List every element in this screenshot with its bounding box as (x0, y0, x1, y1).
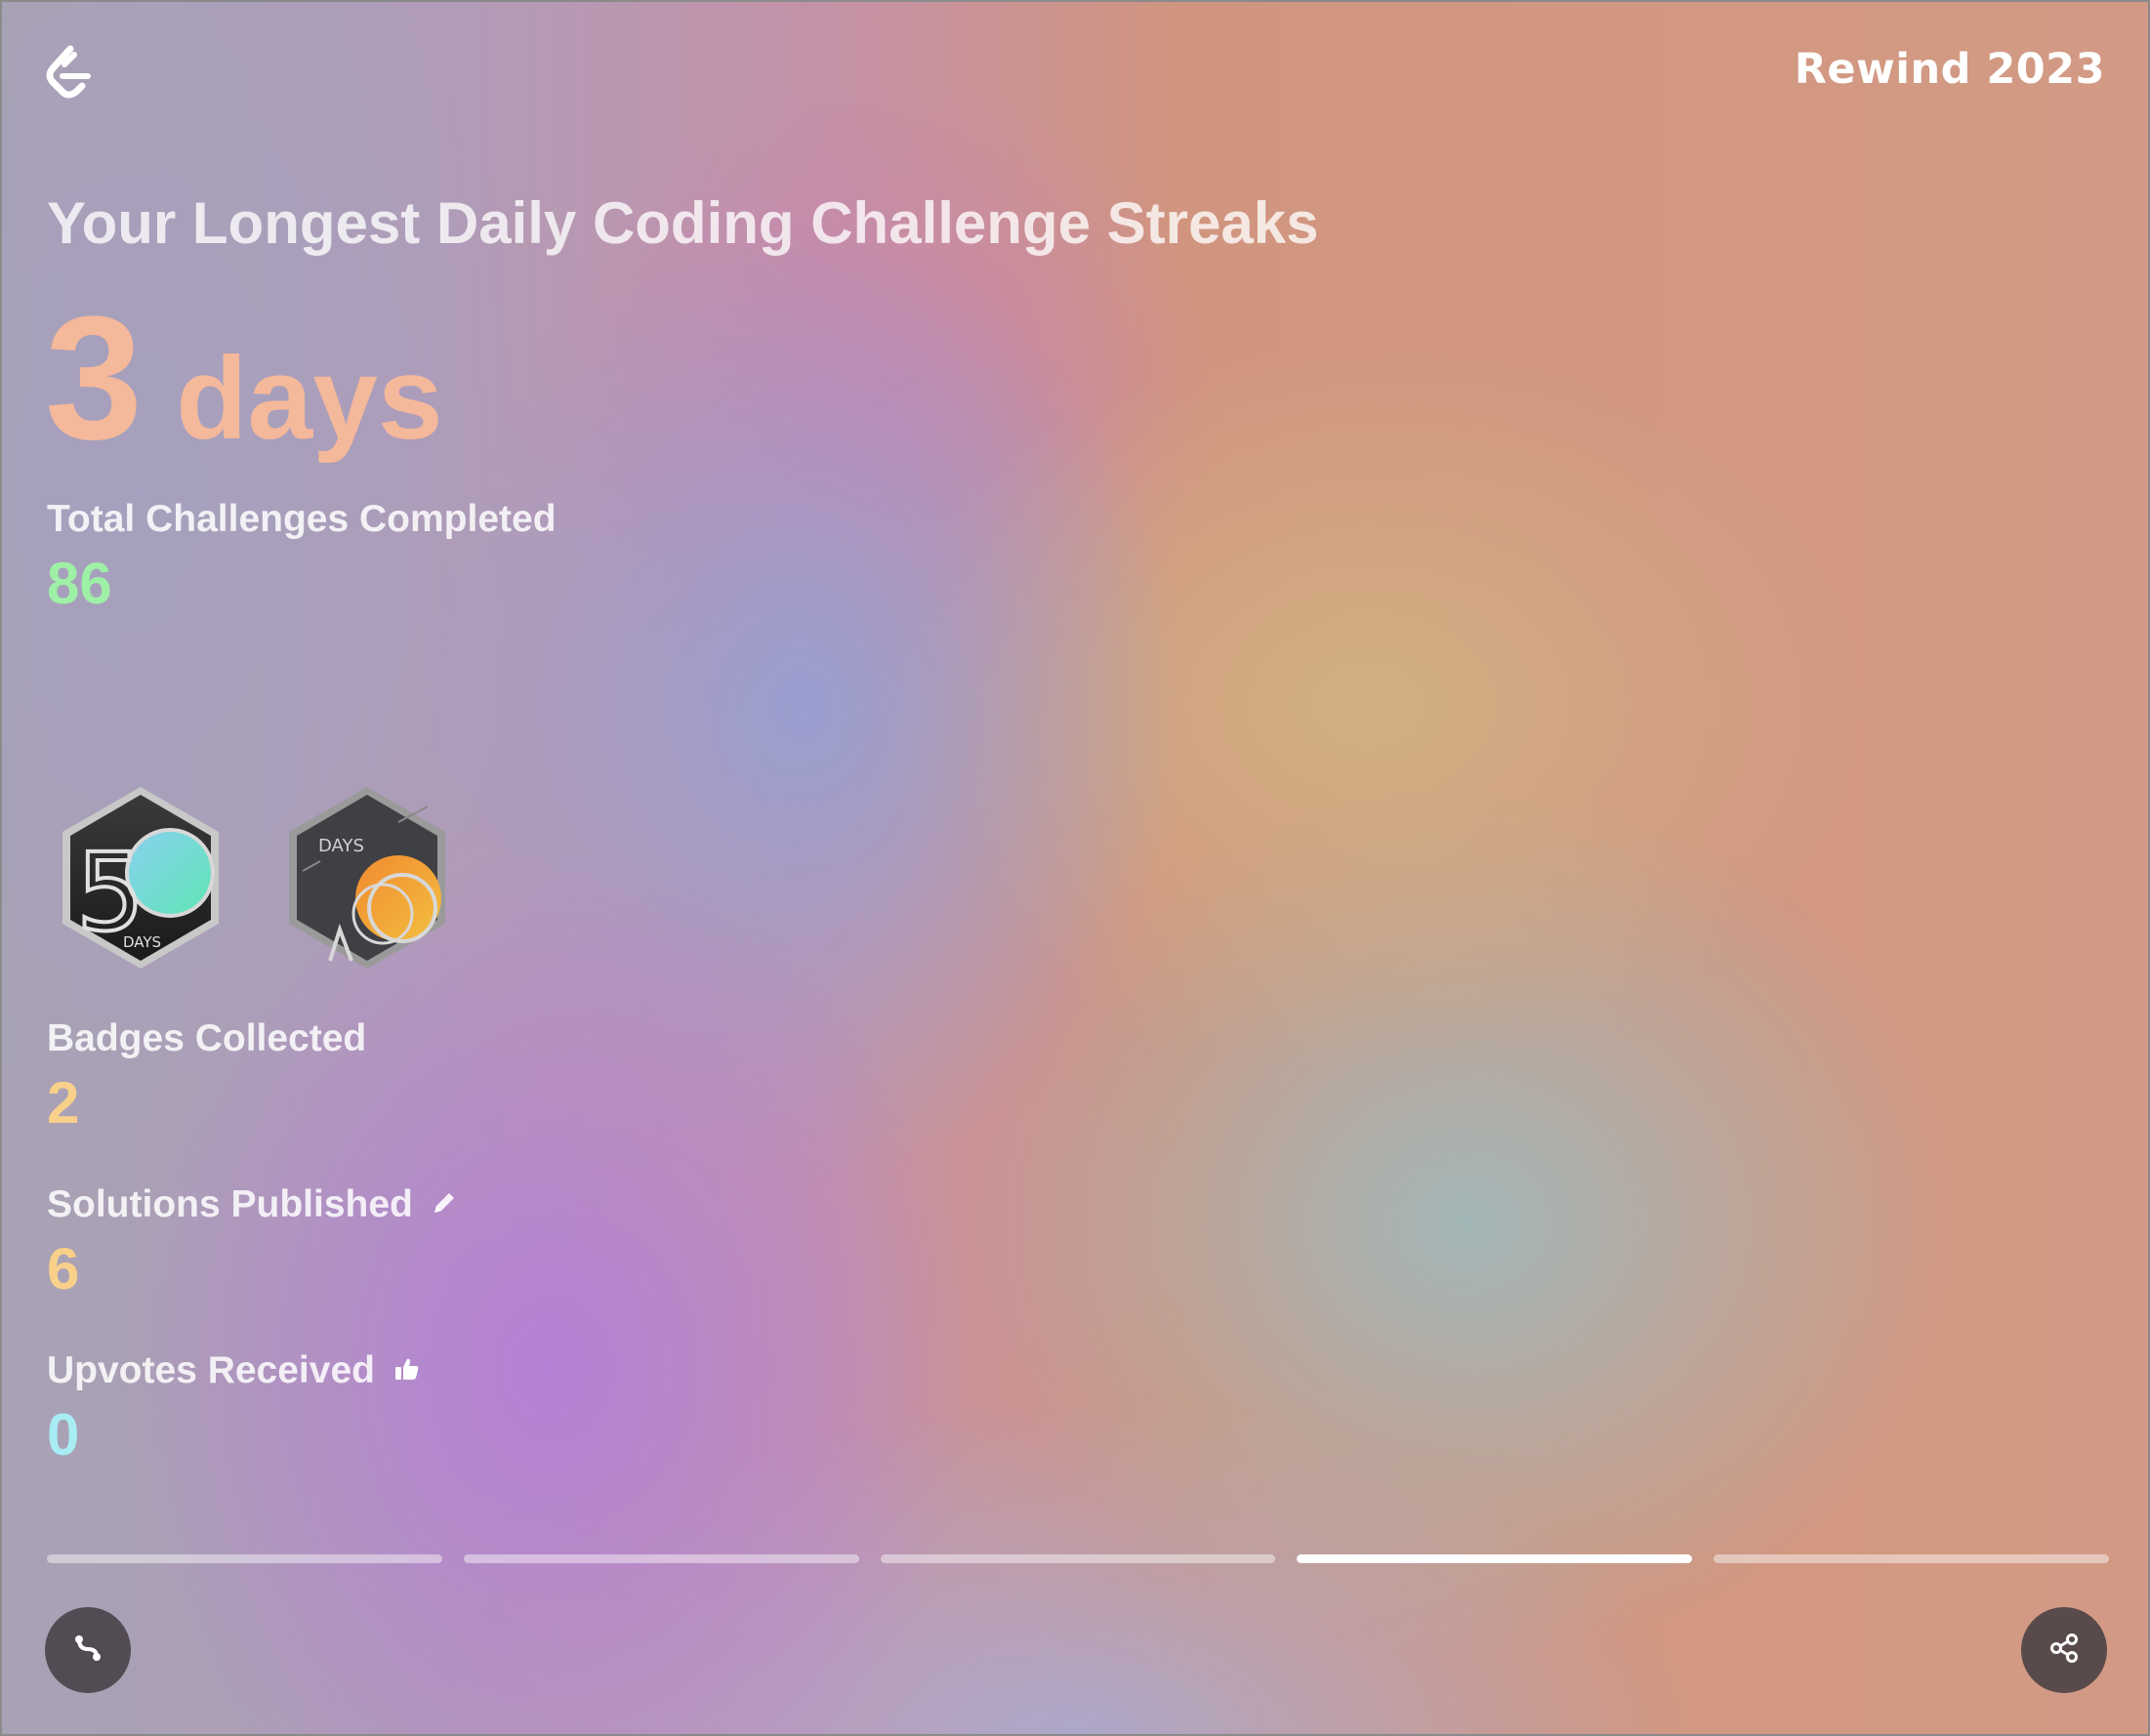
page-title: Your Longest Daily Coding Challenge Stre… (47, 190, 1319, 256)
progress-segment-4[interactable] (1297, 1554, 1693, 1563)
svg-text:DAYS: DAYS (123, 933, 161, 951)
svg-text:DAYS: DAYS (318, 836, 364, 856)
upvotes-received-value: 0 (47, 1402, 80, 1467)
badges-collected-label-text: Badges Collected (47, 1017, 367, 1059)
pencil-icon (431, 1183, 458, 1226)
story-progress (47, 1554, 2109, 1563)
leetcode-logo-icon[interactable] (41, 43, 96, 103)
badges-collected-value: 2 (47, 1070, 80, 1136)
rewind-title: Rewind 2023 (1794, 45, 2105, 94)
total-challenges-label-text: Total Challenges Completed (47, 498, 557, 540)
50-days-badge-icon[interactable]: 5 DAYS (55, 783, 227, 972)
progress-segment-1[interactable] (47, 1554, 442, 1563)
streak-number: 3 (45, 280, 144, 476)
solutions-published-value: 6 (47, 1236, 80, 1302)
upvotes-received-label: Upvotes Received (47, 1349, 420, 1392)
streak-value: 3 days (45, 291, 443, 467)
thumbs-up-icon (393, 1349, 420, 1392)
progress-segment-2[interactable] (463, 1554, 859, 1563)
solutions-published-label-text: Solutions Published (47, 1183, 413, 1225)
rewind-card: Rewind 2023 Your Longest Daily Coding Ch… (0, 0, 2150, 1736)
streak-unit: days (176, 333, 443, 464)
share-icon (2047, 1632, 2081, 1670)
path-icon (71, 1632, 104, 1670)
total-challenges-label: Total Challenges Completed (47, 498, 557, 541)
progress-segment-3[interactable] (880, 1554, 1276, 1563)
badges-collected-label: Badges Collected (47, 1017, 366, 1060)
path-button[interactable] (45, 1607, 131, 1693)
progress-segment-5[interactable] (1714, 1554, 2109, 1563)
upvotes-received-label-text: Upvotes Received (47, 1349, 375, 1391)
badges-row: 5 DAYS DAYS (55, 783, 453, 972)
solutions-published-label: Solutions Published (47, 1183, 458, 1226)
share-button[interactable] (2021, 1607, 2107, 1693)
100-days-badge-icon[interactable]: DAYS (281, 783, 453, 972)
total-challenges-value: 86 (47, 551, 112, 616)
